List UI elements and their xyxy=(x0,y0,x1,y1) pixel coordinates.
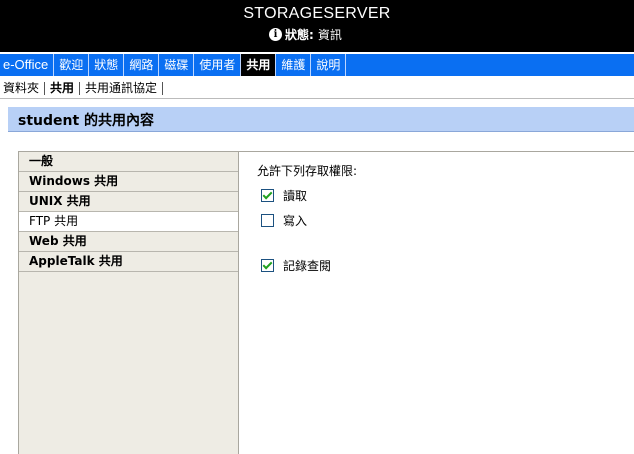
tab-disks[interactable]: 磁碟 xyxy=(159,54,195,76)
content-top-border xyxy=(237,151,634,152)
menu-item-web-sharing[interactable]: Web 共用 xyxy=(19,232,238,252)
menu-item-windows-sharing[interactable]: Windows 共用 xyxy=(19,172,238,192)
sub-nav: 資料夾 共用 共用通訊協定 xyxy=(0,78,164,98)
write-checkbox[interactable] xyxy=(261,214,274,227)
subtab-shares[interactable]: 共用 xyxy=(45,81,81,95)
subtab-folders[interactable]: 資料夾 xyxy=(0,81,46,95)
status-value[interactable]: 資訊 xyxy=(318,26,342,43)
log-option: 記錄查閱 xyxy=(261,257,331,274)
app-header: STORAGESERVER i 狀態: 資訊 xyxy=(0,0,634,52)
status-line: i 狀態: 資訊 xyxy=(269,26,342,43)
menu-item-appletalk-sharing[interactable]: AppleTalk 共用 xyxy=(19,252,238,272)
page-title: student 的共用內容 xyxy=(18,113,155,129)
subtab-sharing-protocols[interactable]: 共用通訊協定 xyxy=(80,81,164,95)
info-icon: i xyxy=(269,28,282,41)
server-name: STORAGESERVER xyxy=(243,5,391,22)
menu-item-general[interactable]: 一般 xyxy=(19,152,238,172)
write-label: 寫入 xyxy=(283,214,308,228)
tab-status[interactable]: 狀態 xyxy=(89,54,125,76)
title-bar: student 的共用內容 xyxy=(8,107,634,132)
tab-network[interactable]: 網路 xyxy=(124,54,160,76)
write-option: 寫入 xyxy=(261,212,307,229)
read-option: 讀取 xyxy=(261,187,307,204)
property-menu: 一般 Windows 共用 UNIX 共用 FTP 共用 Web 共用 Appl… xyxy=(18,151,239,454)
log-label: 記錄查閱 xyxy=(283,259,332,273)
main-nav: e-Office 歡迎 狀態 網路 磁碟 使用者 共用 維護 說明 xyxy=(0,54,634,76)
permissions-title: 允許下列存取權限: xyxy=(257,164,358,178)
tab-welcome[interactable]: 歡迎 xyxy=(54,54,90,76)
status-label: 狀態: xyxy=(285,28,314,42)
read-label: 讀取 xyxy=(283,189,308,203)
menu-item-unix-sharing[interactable]: UNIX 共用 xyxy=(19,192,238,212)
tab-maintenance[interactable]: 維護 xyxy=(276,54,312,76)
log-checkbox[interactable] xyxy=(261,259,274,272)
menu-item-ftp-sharing[interactable]: FTP 共用 xyxy=(19,212,238,232)
read-checkbox[interactable] xyxy=(261,189,274,202)
sub-nav-divider xyxy=(0,98,634,99)
tab-help[interactable]: 說明 xyxy=(311,54,347,76)
tab-shares[interactable]: 共用 xyxy=(241,54,277,76)
tab-e-office[interactable]: e-Office xyxy=(0,54,55,76)
tab-users[interactable]: 使用者 xyxy=(194,54,242,76)
